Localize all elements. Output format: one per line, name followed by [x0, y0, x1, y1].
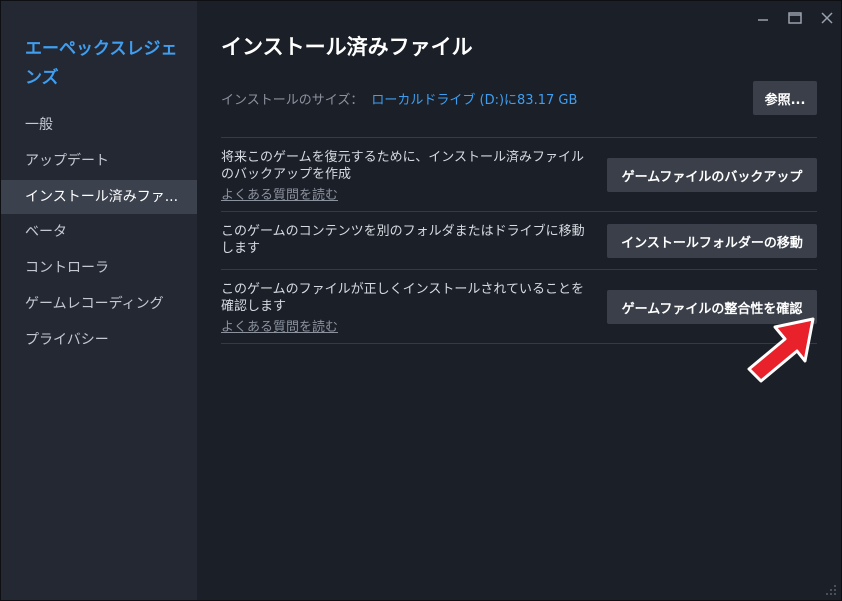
sidebar-item-betas[interactable]: ベータ	[1, 215, 197, 249]
sidebar-item-privacy[interactable]: プライバシー	[1, 323, 197, 357]
sidebar: エーペックスレジェンズ 一般 アップデート インストール済みファ... ベータ …	[1, 1, 197, 600]
divider	[221, 343, 817, 344]
divider	[221, 137, 817, 138]
main-panel: インストール済みファイル インストールのサイズ： ローカルドライブ (D:)に83…	[197, 1, 841, 600]
faq-link-verify[interactable]: よくある質問を読む	[221, 316, 338, 335]
sidebar-item-general[interactable]: 一般	[1, 108, 197, 142]
sidebar-item-game-recording[interactable]: ゲームレコーディング	[1, 287, 197, 321]
browse-button[interactable]: 参照...	[753, 81, 817, 115]
divider	[221, 211, 817, 212]
move-install-folder-button[interactable]: インストールフォルダーの移動	[607, 224, 817, 258]
steam-properties-window: エーペックスレジェンズ 一般 アップデート インストール済みファ... ベータ …	[0, 0, 842, 601]
resize-grip-icon[interactable]	[825, 584, 837, 596]
minimize-icon	[758, 19, 768, 21]
install-size-label: インストールのサイズ：	[221, 93, 364, 108]
install-size-value[interactable]: ローカルドライブ (D:)に83.17 GB	[371, 93, 577, 108]
sidebar-item-updates[interactable]: アップデート	[1, 144, 197, 178]
faq-link-backup[interactable]: よくある質問を読む	[221, 184, 338, 203]
annotation-arrow-icon	[747, 317, 815, 383]
install-size-row: インストールのサイズ： ローカルドライブ (D:)に83.17 GB	[221, 89, 577, 108]
move-folder-description: このゲームのコンテンツを別のフォルダまたはドライブに移動します	[221, 224, 585, 256]
sidebar-item-installed-files[interactable]: インストール済みファ...	[1, 180, 197, 214]
page-title: インストール済みファイル	[221, 35, 473, 59]
divider	[221, 269, 817, 270]
maximize-icon	[788, 12, 802, 24]
sidebar-item-controller[interactable]: コントローラ	[1, 251, 197, 285]
minimize-button[interactable]	[753, 8, 773, 28]
close-button[interactable]	[817, 8, 837, 28]
backup-description: 将来このゲームを復元するために、インストール済みファイルのバックアップを作成	[221, 150, 584, 182]
close-icon	[821, 12, 833, 24]
maximize-button[interactable]	[785, 8, 805, 28]
verify-description: このゲームのファイルが正しくインストールされていることを確認します	[221, 282, 584, 314]
sidebar-game-title: エーペックスレジェンズ	[25, 39, 178, 88]
backup-game-files-button[interactable]: ゲームファイルのバックアップ	[607, 158, 817, 192]
